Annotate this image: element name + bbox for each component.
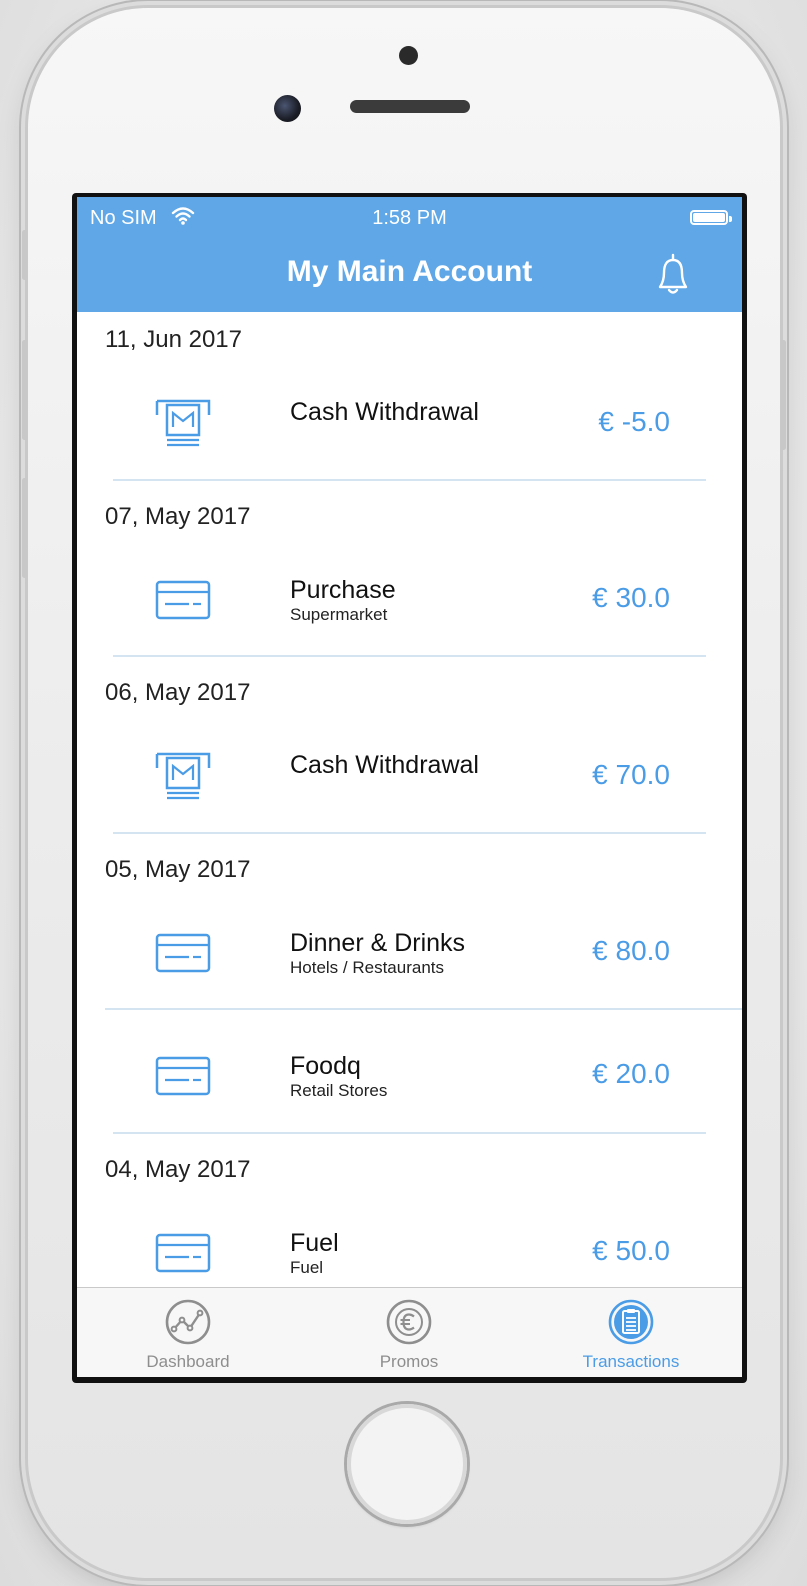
transaction-list[interactable]: 11, Jun 2017 Cash Withdrawal € -5.0 07, … <box>77 312 742 1287</box>
transaction-title: Foodq <box>290 1052 361 1080</box>
tab-label: Dashboard <box>146 1352 230 1371</box>
date-header: 07, May 2017 <box>105 503 251 530</box>
page-title: My Main Account <box>286 255 533 288</box>
transaction-title: Cash Withdrawal <box>290 751 479 779</box>
transaction-amount: € 80.0 <box>592 935 670 966</box>
screen-content: No SIM 1:58 PM My Main Account 11, Jun 2… <box>77 197 742 1377</box>
stage: No SIM 1:58 PM My Main Account 11, Jun 2… <box>0 0 807 1586</box>
bell-icon[interactable] <box>652 251 694 297</box>
status-bar: No SIM 1:58 PM <box>77 197 742 237</box>
date-header: 11, Jun 2017 <box>105 326 243 353</box>
navigation-bar: No SIM 1:58 PM My Main Account <box>77 197 742 312</box>
screen: No SIM 1:58 PM My Main Account 11, Jun 2… <box>72 193 747 1383</box>
proximity-sensor <box>399 46 418 65</box>
battery-icon <box>690 210 732 225</box>
power-button <box>781 340 786 450</box>
transaction-amount: € 50.0 <box>592 1235 670 1266</box>
separator <box>105 1008 742 1010</box>
separator <box>113 1132 706 1134</box>
transaction-amount: € -5.0 <box>598 406 670 437</box>
transaction-amount: € 70.0 <box>592 759 670 790</box>
mute-switch <box>22 230 27 280</box>
chart-icon <box>165 1299 211 1345</box>
atm-icon <box>155 399 211 447</box>
card-icon <box>155 1056 211 1096</box>
atm-icon <box>155 752 211 800</box>
date-header: 05, May 2017 <box>105 856 251 883</box>
separator <box>113 655 706 657</box>
date-header: 04, May 2017 <box>105 1156 251 1183</box>
card-icon <box>155 1233 211 1273</box>
transaction-amount: € 20.0 <box>592 1058 670 1089</box>
transaction-amount: € 30.0 <box>592 582 670 613</box>
status-time: 1:58 PM <box>372 207 447 229</box>
clipboard-icon <box>608 1299 654 1345</box>
transaction-subtitle: Retail Stores <box>290 1081 388 1100</box>
separator <box>113 479 706 481</box>
transaction-subtitle: Hotels / Restaurants <box>290 958 445 977</box>
earpiece-speaker <box>350 100 470 113</box>
transaction-title: Purchase <box>290 576 396 604</box>
separator <box>113 832 706 834</box>
transaction-subtitle: Fuel <box>290 1258 324 1277</box>
tab-label: Transactions <box>582 1352 680 1371</box>
front-camera <box>274 95 301 122</box>
volume-down-button <box>22 478 27 578</box>
tab-bar: Dashboard Promos Transactions <box>77 1287 742 1377</box>
transaction-title: Fuel <box>290 1229 339 1257</box>
tab-dashboard[interactable]: Dashboard <box>77 1288 299 1377</box>
date-header: 06, May 2017 <box>105 679 251 706</box>
transaction-subtitle: Supermarket <box>290 605 388 624</box>
tab-transactions[interactable]: Transactions <box>520 1288 742 1377</box>
home-button[interactable] <box>347 1404 467 1524</box>
volume-up-button <box>22 340 27 440</box>
tab-promos[interactable]: Promos <box>298 1288 520 1377</box>
tab-label: Promos <box>379 1352 439 1371</box>
card-icon <box>155 580 211 620</box>
transaction-title: Cash Withdrawal <box>290 398 479 426</box>
card-icon <box>155 933 211 973</box>
euro-icon <box>386 1299 432 1345</box>
transaction-title: Dinner & Drinks <box>290 929 466 957</box>
